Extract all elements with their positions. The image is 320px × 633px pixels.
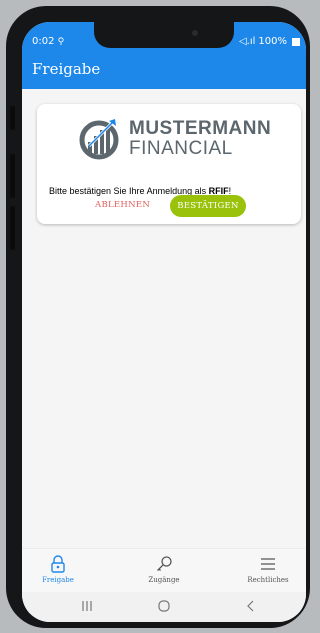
phone-side-button [10, 206, 15, 250]
bicycle-icon: ⚲ [57, 37, 65, 47]
logo-emblem-icon [79, 119, 119, 160]
phone-frame: 0:02 ⚲ ◁.ıl 100% Freigabe MUSTERMANN FIN… [6, 6, 310, 628]
battery-percent: 100% [258, 36, 287, 47]
logo-wordmark: MUSTERMANN FINANCIAL [129, 119, 271, 158]
system-navigation-bar [22, 592, 306, 622]
camera-notch [94, 22, 234, 48]
signal-icon: ◁.ıl [238, 36, 256, 47]
nav-label-zugaenge: Zugänge [148, 576, 180, 584]
status-indicators: ◁.ıl 100% [239, 36, 300, 47]
home-icon[interactable] [157, 599, 171, 613]
logo-line-2: FINANCIAL [129, 137, 233, 159]
nav-item-rechtliches[interactable]: Rechtliches [233, 555, 303, 584]
key-icon [157, 556, 172, 571]
confirm-button[interactable]: BESTÄTIGEN [170, 195, 246, 217]
phone-side-button [10, 154, 15, 198]
page-title: Freigabe [32, 60, 101, 78]
nav-item-zugaenge[interactable]: Zugänge [129, 555, 199, 584]
phone-side-button [10, 106, 15, 130]
battery-icon [292, 37, 300, 46]
nav-label-rechtliches: Rechtliches [247, 576, 289, 584]
menu-icon [261, 558, 275, 570]
back-icon[interactable] [244, 599, 258, 613]
camera-icon [192, 30, 198, 36]
lock-icon [51, 555, 65, 573]
approval-card: MUSTERMANN FINANCIAL Bitte bestätigen Si… [37, 104, 301, 224]
decline-button[interactable]: ABLEHNEN [95, 200, 150, 210]
screen: 0:02 ⚲ ◁.ıl 100% Freigabe MUSTERMANN FIN… [22, 22, 306, 622]
status-time: 0:02 ⚲ [32, 36, 65, 47]
nav-item-freigabe[interactable]: Freigabe [23, 555, 93, 584]
recent-apps-icon[interactable] [80, 599, 94, 613]
logo-line-1: MUSTERMANN [129, 117, 272, 139]
nav-label-freigabe: Freigabe [42, 576, 74, 584]
bottom-navigation: Freigabe Zugänge Rechtliches [22, 548, 306, 593]
company-logo: MUSTERMANN FINANCIAL [79, 116, 271, 160]
